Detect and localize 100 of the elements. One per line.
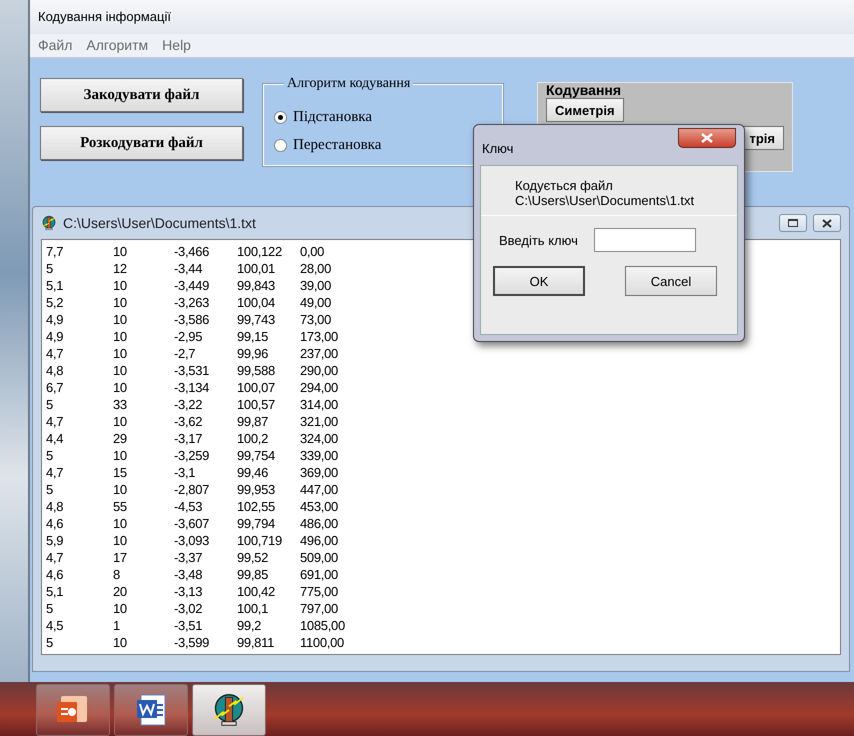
- data-value: 10: [113, 379, 127, 396]
- data-value: -3,51: [174, 617, 202, 634]
- data-value: 10: [113, 634, 127, 651]
- data-value: 775,00: [300, 583, 338, 600]
- data-value: 691,00: [300, 566, 338, 583]
- group-title: Кодування: [546, 82, 622, 98]
- data-value: 49,00: [300, 294, 332, 311]
- data-value: 453,00: [300, 498, 338, 515]
- data-value: 314,00: [300, 396, 338, 413]
- data-value: -3,259: [174, 447, 210, 464]
- data-value: -3,449: [174, 277, 210, 294]
- data-value: 99,843: [237, 277, 275, 294]
- data-value: 12: [113, 260, 127, 277]
- data-value: -4,53: [174, 498, 202, 515]
- data-value: 15: [113, 464, 127, 481]
- data-value: 8: [113, 566, 120, 583]
- data-value: -3,13: [174, 583, 202, 600]
- maximize-button[interactable]: [779, 214, 807, 232]
- data-value: 290,00: [300, 362, 338, 379]
- data-value: 1: [113, 617, 120, 634]
- data-value: 1100,00: [300, 634, 344, 651]
- close-icon: [822, 218, 832, 228]
- data-value: -3,22: [174, 396, 202, 413]
- data-value: 99,588: [237, 362, 275, 379]
- data-value: -3,37: [174, 549, 202, 566]
- dialog-button[interactable]: Cancel: [625, 266, 717, 296]
- data-value: 10: [113, 277, 127, 294]
- data-value: 100,04: [237, 294, 275, 311]
- data-value: 5: [46, 260, 53, 277]
- data-value: 173,00: [300, 328, 338, 345]
- app-logo-icon: [41, 215, 57, 231]
- data-value: 100,1: [237, 600, 268, 617]
- data-value: 7,7: [46, 243, 64, 260]
- data-value: 5,9: [46, 532, 64, 549]
- data-value: 4,8: [46, 362, 64, 379]
- taskbar-button[interactable]: [114, 684, 188, 736]
- data-value: 324,00: [300, 430, 338, 447]
- taskbar-button[interactable]: [192, 684, 266, 736]
- data-value: 100,42: [237, 583, 275, 600]
- data-value: 4,7: [46, 549, 64, 566]
- data-value: 99,46: [237, 464, 268, 481]
- data-value: 5: [46, 447, 53, 464]
- menu-item[interactable]: Файл: [38, 37, 72, 54]
- data-value: -3,17: [174, 430, 202, 447]
- action-button[interactable]: Закодувати файл: [40, 78, 243, 112]
- data-value: 797,00: [300, 600, 338, 617]
- radio-button[interactable]: [274, 110, 287, 124]
- data-value: 10: [113, 362, 127, 379]
- data-value: 4,4: [46, 430, 64, 447]
- data-value: 5: [46, 396, 53, 413]
- data-value: -3,093: [174, 532, 210, 549]
- data-value: 5: [46, 600, 53, 617]
- action-button[interactable]: Розкодувати файл: [40, 126, 243, 160]
- dialog-message: C:\Users\User\Documents\1.txt: [515, 193, 696, 208]
- data-value: 4,7: [46, 413, 64, 430]
- data-value: -3,48: [174, 566, 202, 583]
- data-value: 33: [113, 396, 127, 413]
- data-value: 486,00: [300, 515, 338, 532]
- data-value: 509,00: [300, 549, 338, 566]
- data-value: 99,96: [237, 345, 268, 362]
- radio-label[interactable]: Підстановка: [293, 108, 372, 126]
- data-value: -3,607: [174, 515, 210, 532]
- data-value: 496,00: [300, 532, 338, 549]
- close-button[interactable]: [813, 214, 841, 232]
- data-value: 6,7: [46, 379, 64, 396]
- data-value: 1085,00: [300, 617, 345, 634]
- data-value: 100,57: [237, 396, 275, 413]
- radio-label[interactable]: Перестановка: [293, 136, 382, 154]
- data-value: -3,531: [174, 362, 210, 379]
- data-value: -3,599: [174, 634, 210, 651]
- data-value: 0,00: [300, 243, 324, 260]
- menu-item[interactable]: Help: [162, 37, 191, 54]
- coding-button[interactable]: Симетрія: [546, 98, 624, 122]
- data-value: 4,5: [46, 617, 64, 634]
- data-value: -3,134: [174, 379, 210, 396]
- data-value: 100,2: [237, 430, 268, 447]
- data-value: 99,743: [237, 311, 275, 328]
- data-value: -3,586: [174, 311, 210, 328]
- radio-button[interactable]: [274, 138, 287, 152]
- close-button[interactable]: [678, 128, 736, 148]
- data-value: 10: [113, 413, 127, 430]
- data-value: 4,7: [46, 345, 64, 362]
- dialog-button[interactable]: OK: [493, 266, 585, 296]
- data-value: -2,7: [174, 345, 196, 362]
- data-value: -3,02: [174, 600, 202, 617]
- data-value: 4,8: [46, 498, 64, 515]
- data-value: 99,87: [237, 413, 268, 430]
- taskbar-button[interactable]: [36, 684, 110, 736]
- data-value: 10: [113, 328, 127, 345]
- data-value: 99,85: [237, 566, 268, 583]
- data-value: 4,6: [46, 566, 64, 583]
- data-value: 20: [113, 583, 127, 600]
- data-value: 369,00: [300, 464, 338, 481]
- data-value: 5,1: [46, 583, 64, 600]
- data-value: 237,00: [300, 345, 338, 362]
- data-value: 4,9: [46, 328, 64, 345]
- menu-item[interactable]: Алгоритм: [86, 37, 148, 54]
- data-value: 447,00: [300, 481, 338, 498]
- data-value: 55: [113, 498, 127, 515]
- key-field[interactable]: [594, 228, 696, 252]
